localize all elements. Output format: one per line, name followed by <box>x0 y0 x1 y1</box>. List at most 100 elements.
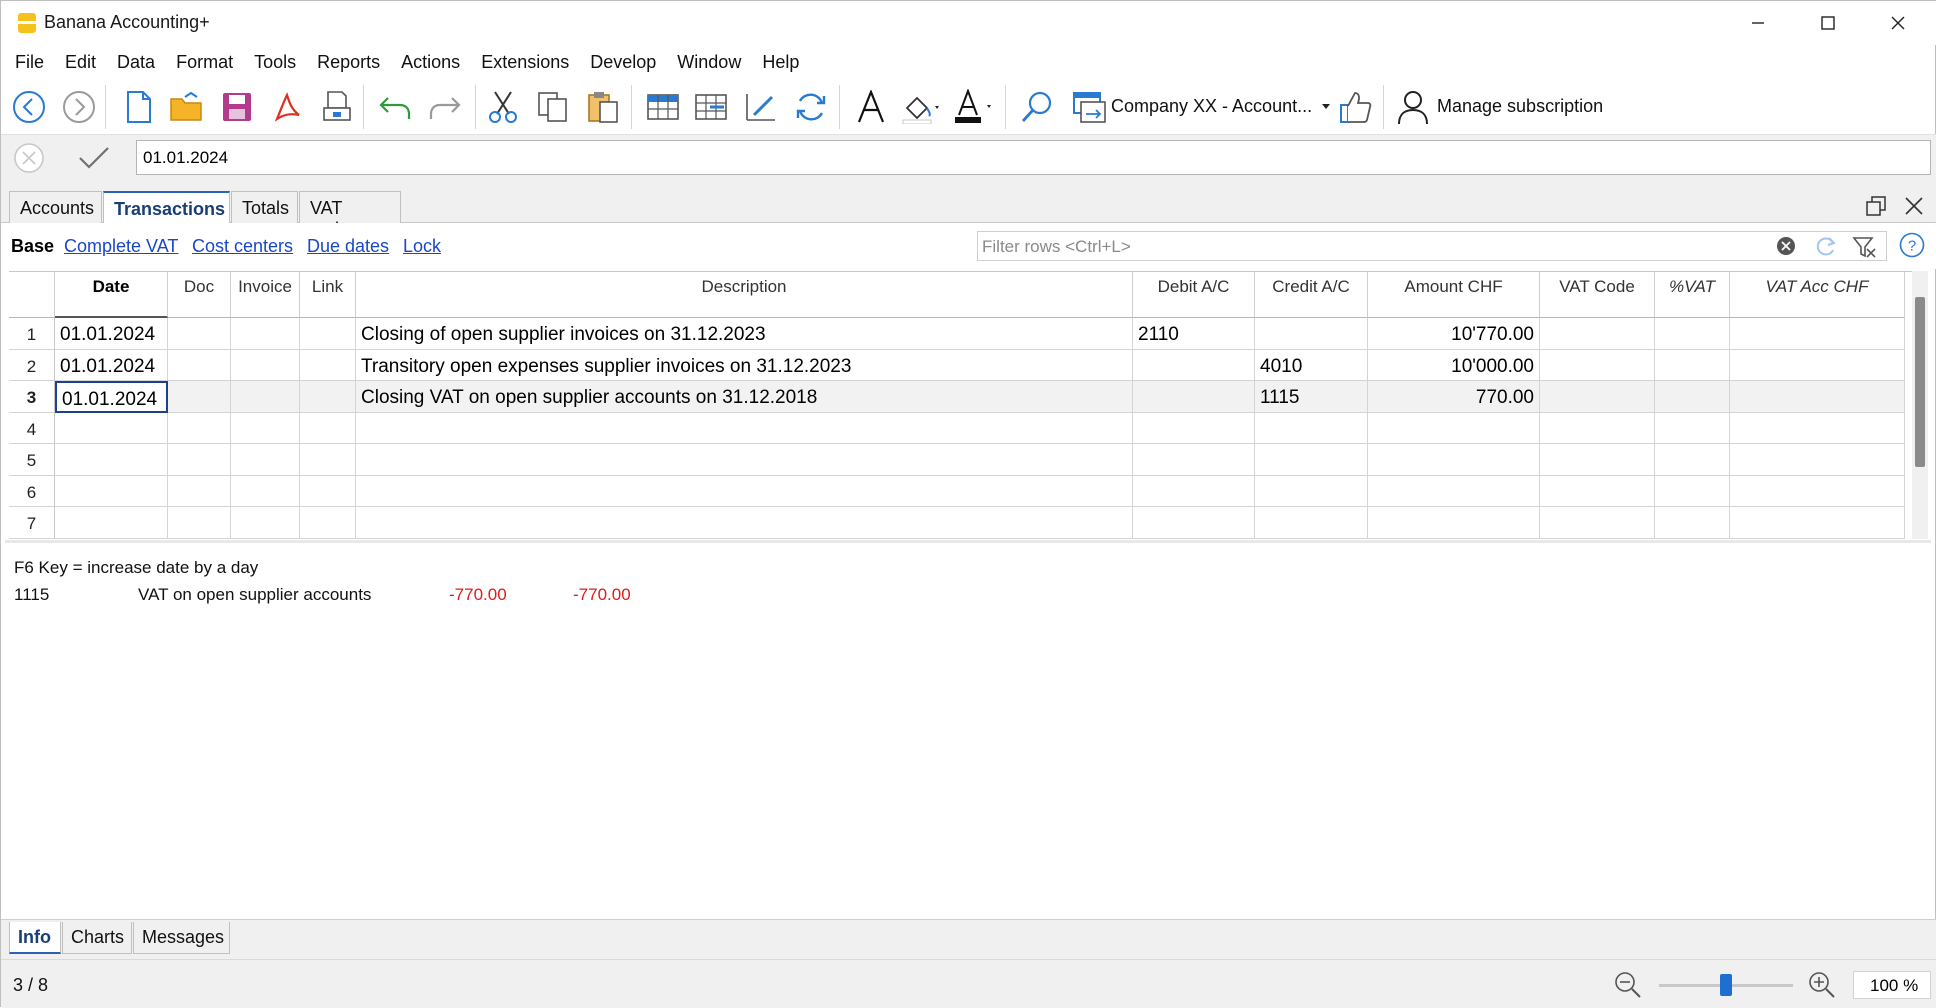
col-header-doc[interactable]: Doc <box>168 272 231 318</box>
cell-credit[interactable]: 1115 <box>1255 381 1368 413</box>
back-button[interactable] <box>9 87 49 127</box>
filter-settings-icon[interactable] <box>1852 235 1878 259</box>
help-button[interactable]: ? <box>1899 232 1925 258</box>
menu-format[interactable]: Format <box>167 52 242 73</box>
cell-vat-acc[interactable] <box>1730 507 1905 539</box>
cell-doc[interactable] <box>168 318 231 350</box>
cell-credit[interactable] <box>1255 475 1368 507</box>
col-header-link[interactable]: Link <box>300 272 356 318</box>
row-number[interactable]: 7 <box>9 507 55 539</box>
menu-help[interactable]: Help <box>753 52 808 73</box>
cell-invoice[interactable] <box>231 475 300 507</box>
feedback-button[interactable] <box>1335 87 1375 127</box>
cell-description[interactable] <box>356 507 1133 539</box>
col-header-amount[interactable]: Amount CHF <box>1368 272 1540 318</box>
cell-description[interactable] <box>356 412 1133 444</box>
menu-window[interactable]: Window <box>668 52 750 73</box>
cell-credit[interactable] <box>1255 444 1368 476</box>
tab-info[interactable]: Info <box>9 922 61 954</box>
cell-vat-code[interactable] <box>1540 318 1655 350</box>
cell-amount[interactable] <box>1368 507 1540 539</box>
cell-credit[interactable] <box>1255 318 1368 350</box>
cell-date[interactable] <box>55 444 168 476</box>
zoom-in-button[interactable] <box>1807 970 1837 1000</box>
print-preview-button[interactable] <box>317 87 357 127</box>
row-number[interactable]: 5 <box>9 444 55 476</box>
view-complete-vat[interactable]: Complete VAT <box>64 236 178 257</box>
copy-button[interactable] <box>533 87 573 127</box>
cell-date[interactable]: 01.01.2024 <box>55 381 168 413</box>
file-selector[interactable]: Company XX - Account... <box>1111 96 1312 117</box>
cell-link[interactable] <box>300 381 356 413</box>
redo-button[interactable] <box>425 87 465 127</box>
filter-rows-input[interactable]: Filter rows <Ctrl+L> <box>977 231 1887 261</box>
cell-description[interactable] <box>356 444 1133 476</box>
cell-credit[interactable] <box>1255 507 1368 539</box>
cell-date[interactable] <box>55 507 168 539</box>
cell-date[interactable] <box>55 475 168 507</box>
cell-pct-vat[interactable] <box>1655 444 1730 476</box>
cell-doc[interactable] <box>168 381 231 413</box>
cell-vat-acc[interactable] <box>1730 318 1905 350</box>
cell-vat-acc[interactable] <box>1730 381 1905 413</box>
menu-file[interactable]: File <box>6 52 53 73</box>
cell-doc[interactable] <box>168 475 231 507</box>
cell-invoice[interactable] <box>231 349 300 381</box>
cell-amount[interactable] <box>1368 412 1540 444</box>
col-header-date[interactable]: Date <box>55 272 168 318</box>
col-header-description[interactable]: Description <box>356 272 1133 318</box>
cell-amount[interactable]: 770.00 <box>1368 381 1540 413</box>
menu-data[interactable]: Data <box>108 52 164 73</box>
tab-charts[interactable]: Charts <box>62 922 132 954</box>
user-account-button[interactable] <box>1393 87 1433 127</box>
new-file-button[interactable] <box>119 87 159 127</box>
dropdown-arrow-icon[interactable] <box>1321 103 1331 111</box>
cell-doc[interactable] <box>168 412 231 444</box>
view-lock[interactable]: Lock <box>403 236 441 257</box>
row-number[interactable]: 1 <box>9 318 55 350</box>
cut-button[interactable] <box>483 87 523 127</box>
cell-invoice[interactable] <box>231 318 300 350</box>
zoom-slider-thumb[interactable] <box>1720 974 1732 996</box>
cell-invoice[interactable] <box>231 507 300 539</box>
edit-row-button[interactable] <box>741 87 781 127</box>
view-cost-centers[interactable]: Cost centers <box>192 236 293 257</box>
cell-debit[interactable] <box>1133 412 1255 444</box>
cell-description[interactable] <box>356 475 1133 507</box>
open-file-button[interactable] <box>167 87 207 127</box>
view-base[interactable]: Base <box>11 236 54 257</box>
undo-button[interactable] <box>375 87 415 127</box>
cell-invoice[interactable] <box>231 412 300 444</box>
cell-edit-input[interactable]: 01.01.2024 <box>136 140 1931 175</box>
cell-description[interactable]: Transitory open expenses supplier invoic… <box>356 349 1133 381</box>
cell-pct-vat[interactable] <box>1655 507 1730 539</box>
grid-scrollbar-thumb[interactable] <box>1915 297 1925 467</box>
col-header-vat-code[interactable]: VAT Code <box>1540 272 1655 318</box>
col-header-debit[interactable]: Debit A/C <box>1133 272 1255 318</box>
cell-vat-code[interactable] <box>1540 381 1655 413</box>
window-switch-button[interactable] <box>1069 87 1109 127</box>
paste-button[interactable] <box>583 87 623 127</box>
row-number[interactable]: 4 <box>9 412 55 444</box>
cell-vat-acc[interactable] <box>1730 475 1905 507</box>
row-number[interactable]: 6 <box>9 475 55 507</box>
cell-date[interactable]: 01.01.2024 <box>55 349 168 381</box>
cell-vat-code[interactable] <box>1540 349 1655 381</box>
fill-color-button[interactable] <box>901 87 941 127</box>
zoom-value[interactable]: 100 % <box>1853 971 1931 999</box>
cell-debit[interactable]: 2110 <box>1133 318 1255 350</box>
cell-amount[interactable]: 10'770.00 <box>1368 318 1540 350</box>
cell-doc[interactable] <box>168 507 231 539</box>
minimize-button[interactable] <box>1723 1 1793 45</box>
menu-extensions[interactable]: Extensions <box>472 52 578 73</box>
cell-link[interactable] <box>300 349 356 381</box>
insert-rows-button[interactable] <box>691 87 731 127</box>
menu-develop[interactable]: Develop <box>581 52 665 73</box>
cell-pct-vat[interactable] <box>1655 349 1730 381</box>
cell-link[interactable] <box>300 318 356 350</box>
tab-vat-codes[interactable]: VAT codes <box>299 191 401 239</box>
cell-date[interactable]: 01.01.2024 <box>55 318 168 350</box>
cell-pct-vat[interactable] <box>1655 475 1730 507</box>
tab-transactions[interactable]: Transactions <box>103 191 230 224</box>
tab-totals[interactable]: Totals <box>231 191 298 223</box>
